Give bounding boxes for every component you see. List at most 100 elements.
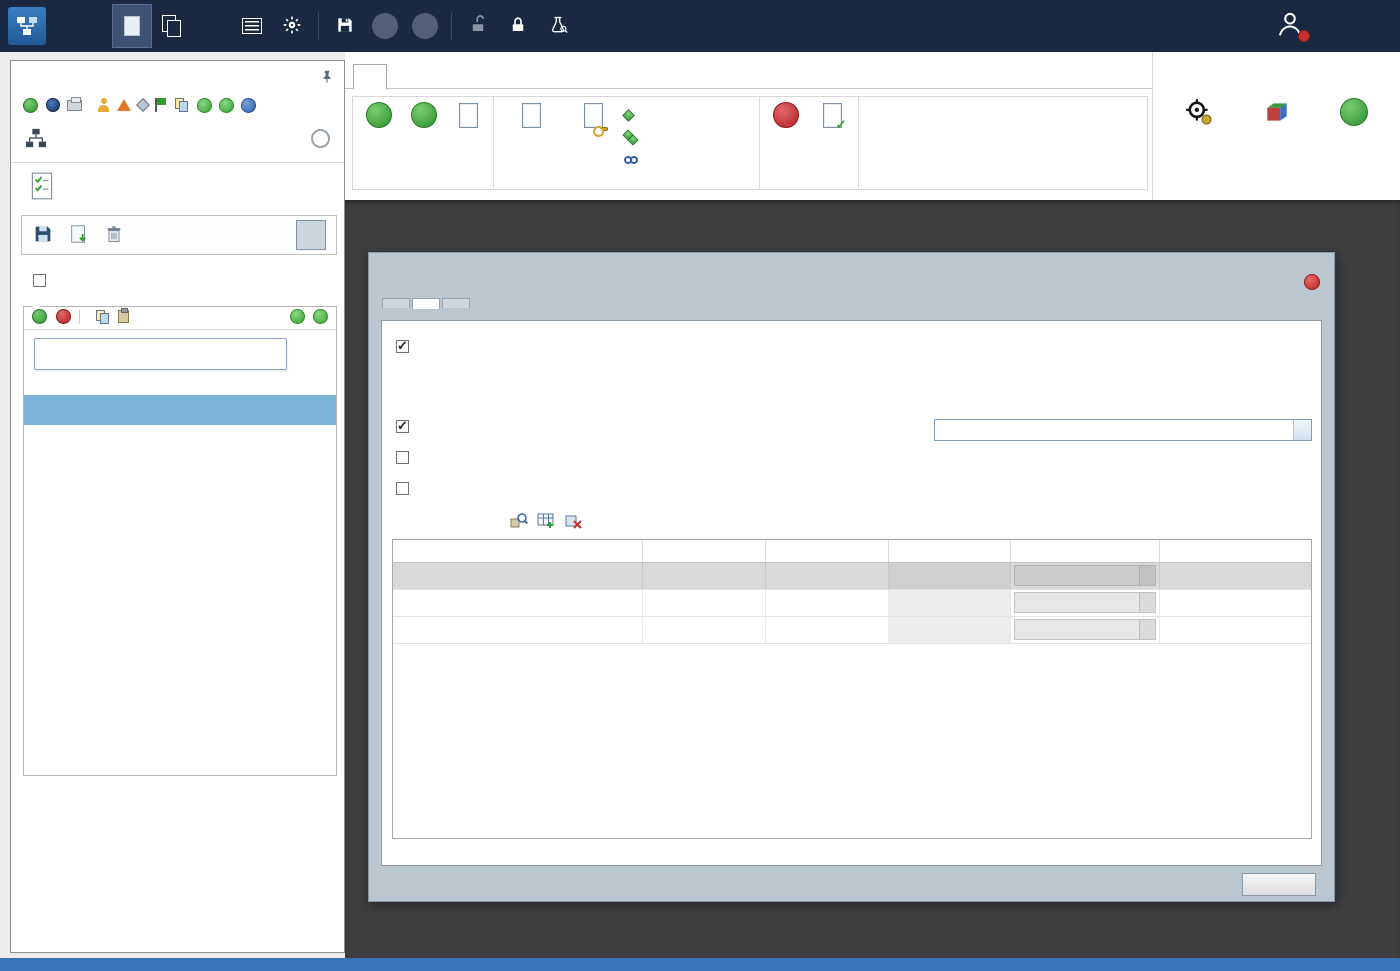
print-button[interactable] [67, 100, 83, 111]
column-header[interactable] [766, 540, 889, 562]
flag-button[interactable] [155, 98, 168, 112]
group-create-work-instruction [353, 97, 494, 189]
ok-button[interactable] [1242, 873, 1316, 896]
delete-step-button[interactable] [104, 223, 124, 248]
back-button[interactable] [365, 4, 405, 48]
document-import-icon [459, 103, 478, 128]
move-up-button[interactable] [290, 309, 305, 324]
any-order-checkbox[interactable] [33, 274, 46, 287]
add-materials-button[interactable] [537, 512, 555, 533]
paste-button[interactable] [118, 310, 129, 323]
flask-icon [117, 99, 131, 111]
floppy-disk-icon [335, 15, 355, 38]
process-flow-row[interactable] [11, 123, 344, 155]
remove-materials-button[interactable] [564, 512, 582, 533]
revision-select[interactable] [1014, 619, 1156, 640]
tag-button[interactable] [138, 100, 148, 110]
save-step-button[interactable] [32, 223, 54, 248]
step-selector[interactable] [34, 338, 287, 370]
edit-mode-toggle[interactable] [296, 220, 326, 250]
routing-button[interactable] [192, 4, 232, 48]
resume-button[interactable] [219, 98, 234, 113]
titlebar [0, 0, 1400, 52]
copy-button[interactable] [96, 310, 110, 324]
capture-mode-select[interactable] [934, 419, 1312, 441]
add-step-button[interactable] [32, 309, 48, 324]
inspect-button[interactable] [538, 4, 578, 48]
tab-activity-details[interactable] [412, 298, 440, 309]
table-row[interactable] [393, 617, 1311, 644]
column-header[interactable] [393, 540, 643, 562]
lock-button[interactable] [498, 4, 538, 48]
home-button[interactable] [72, 4, 112, 48]
forward-button[interactable] [405, 4, 445, 48]
org-chart-icon [25, 127, 47, 152]
add-button[interactable] [23, 98, 39, 113]
chevron-down-circle-icon[interactable] [311, 129, 330, 148]
table-row[interactable] [393, 590, 1311, 617]
tab-part-assignments[interactable] [442, 298, 470, 308]
dialog-close-button[interactable] [1304, 274, 1320, 290]
material-cube-icon [1263, 98, 1291, 130]
save-button[interactable] [325, 4, 365, 48]
tab-instruction[interactable] [382, 298, 410, 308]
include-parts-list-checkbox[interactable] [396, 451, 409, 464]
from-template-button[interactable] [404, 102, 445, 186]
globe-button[interactable] [46, 98, 60, 112]
allow-adhoc-checkbox[interactable] [396, 482, 409, 495]
process-definition-button[interactable] [112, 4, 152, 48]
start-button[interactable] [197, 98, 212, 113]
flag-icon [155, 98, 167, 112]
settings-button[interactable] [272, 4, 312, 48]
circuit-mapping-button[interactable] [1167, 98, 1231, 134]
move-down-button[interactable] [313, 309, 328, 324]
unlock-button[interactable] [458, 4, 498, 48]
table-row[interactable] [393, 563, 1311, 590]
pause-button[interactable] [241, 98, 256, 113]
materials-table-header [393, 540, 1311, 563]
new-button[interactable] [359, 102, 400, 186]
chevron-down-icon [1139, 566, 1155, 585]
column-header[interactable] [643, 540, 766, 562]
column-header[interactable] [1160, 540, 1313, 562]
group-label [353, 186, 493, 189]
link-to-document-button[interactable] [566, 102, 620, 186]
edit-toolbar [21, 215, 337, 255]
sample-button[interactable] [117, 99, 131, 111]
remove-step-button[interactable] [56, 309, 71, 324]
documents-button[interactable] [152, 4, 192, 48]
delete-element-button[interactable] [766, 102, 806, 186]
pin-icon[interactable] [320, 69, 334, 83]
column-header[interactable] [1011, 540, 1160, 562]
from-any-process-button[interactable] [624, 128, 646, 147]
operator-button[interactable] [97, 98, 110, 112]
copy-docs-button[interactable] [175, 98, 190, 112]
app-logo-icon [8, 7, 46, 45]
reports-button[interactable] [232, 4, 272, 48]
toolbar-separator [79, 310, 80, 324]
entry-exit-button[interactable] [1322, 98, 1386, 130]
user-button[interactable] [1274, 8, 1308, 42]
activity-details-panel [381, 320, 1322, 866]
import-step-button[interactable] [68, 223, 90, 248]
revision-select[interactable] [1014, 592, 1156, 613]
new-plus-icon [366, 102, 392, 128]
material-setup-button[interactable] [1245, 98, 1309, 134]
document-pencil-icon [124, 16, 140, 36]
from-url-button[interactable] [624, 150, 646, 169]
column-header[interactable] [889, 540, 1011, 562]
tab-document-tools[interactable] [353, 64, 387, 90]
from-v7-button[interactable] [448, 102, 489, 186]
search-materials-button[interactable] [510, 512, 528, 533]
from-library-button[interactable] [624, 106, 646, 125]
document-key-icon [584, 103, 603, 128]
activity-list-item-selected[interactable] [24, 395, 336, 425]
is-activity-required-checkbox[interactable] [396, 340, 409, 353]
import-from-document-button[interactable] [500, 102, 562, 186]
allow-adhoc-row [396, 482, 416, 495]
chevron-down-icon[interactable] [1293, 420, 1311, 440]
revision-select[interactable] [1014, 565, 1156, 586]
document-check-icon: ✓ [823, 103, 842, 128]
requires-known-units-checkbox[interactable] [396, 420, 409, 433]
mark-as-primary-button[interactable]: ✓ [810, 102, 854, 186]
